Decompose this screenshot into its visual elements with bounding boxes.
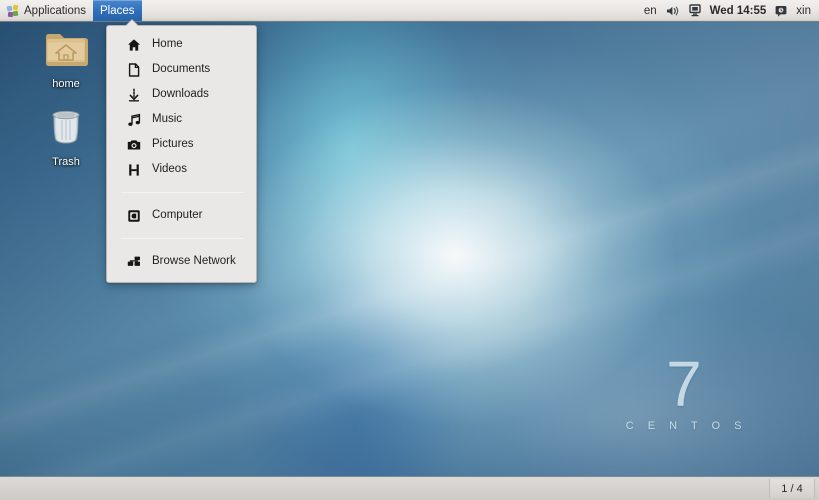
desktop-icon-label: Trash bbox=[52, 156, 80, 168]
music-note-icon bbox=[127, 113, 141, 127]
applications-menu-button[interactable]: Applications bbox=[0, 0, 93, 21]
workspace-indicator-label: 1 / 4 bbox=[781, 482, 803, 495]
menu-pointer-arrow bbox=[126, 20, 138, 26]
camera-icon bbox=[127, 138, 141, 152]
window-list[interactable] bbox=[0, 477, 769, 500]
desktop[interactable]: 7 C E N T O S home Trash Applications Pl… bbox=[0, 0, 819, 500]
film-icon bbox=[127, 163, 141, 177]
system-tray: en Wed 14:55 xin bbox=[644, 0, 819, 21]
network-icon bbox=[127, 255, 141, 269]
menu-item-label: Browse Network bbox=[152, 254, 236, 267]
menu-item-pictures[interactable]: Pictures bbox=[107, 132, 256, 157]
places-menu-label: Places bbox=[100, 4, 135, 17]
bottom-panel: 1 / 4 bbox=[0, 476, 819, 500]
top-panel: Applications Places en Wed 14:55 xin bbox=[0, 0, 819, 22]
home-icon bbox=[127, 38, 141, 52]
menu-item-computer[interactable]: Computer bbox=[107, 203, 256, 228]
workspace-switcher[interactable]: 1 / 4 bbox=[769, 479, 815, 498]
speaker-icon[interactable] bbox=[666, 5, 680, 17]
desktop-icon-label: home bbox=[52, 78, 80, 90]
places-dropdown-menu[interactable]: Home Documents Downloads Music Pictures … bbox=[106, 20, 257, 283]
menu-item-label: Computer bbox=[152, 208, 203, 221]
menu-separator bbox=[121, 238, 244, 239]
menu-item-music[interactable]: Music bbox=[107, 107, 256, 132]
keyboard-layout-indicator[interactable]: en bbox=[644, 5, 657, 17]
applications-grid-icon bbox=[6, 4, 19, 17]
menu-item-home[interactable]: Home bbox=[107, 32, 256, 57]
applications-menu-label: Applications bbox=[24, 4, 87, 17]
document-icon bbox=[127, 62, 141, 77]
menu-item-documents[interactable]: Documents bbox=[107, 57, 256, 82]
places-menu-button[interactable]: Places bbox=[93, 0, 142, 21]
menu-item-browse-network[interactable]: Browse Network bbox=[107, 249, 256, 274]
computer-icon bbox=[127, 209, 141, 223]
menu-item-label: Documents bbox=[152, 62, 211, 75]
download-icon bbox=[127, 87, 141, 102]
home-folder-icon bbox=[43, 30, 89, 75]
menu-item-label: Videos bbox=[152, 162, 187, 175]
menu-item-label: Music bbox=[152, 112, 183, 125]
trash-can-icon bbox=[44, 106, 88, 153]
desktop-icon-home[interactable]: home bbox=[29, 30, 103, 91]
desktop-icon-trash[interactable]: Trash bbox=[29, 106, 103, 169]
clock[interactable]: Wed 14:55 bbox=[710, 5, 767, 17]
menu-item-downloads[interactable]: Downloads bbox=[107, 82, 256, 107]
menu-item-label: Pictures bbox=[152, 137, 194, 150]
menu-item-label: Downloads bbox=[152, 87, 209, 100]
menu-item-label: Home bbox=[152, 37, 183, 50]
user-name-label[interactable]: xin bbox=[796, 5, 811, 17]
menu-item-videos[interactable]: Videos bbox=[107, 157, 256, 182]
display-icon[interactable] bbox=[688, 4, 701, 17]
user-status-icon[interactable] bbox=[775, 5, 787, 17]
menu-separator bbox=[121, 192, 244, 193]
panel-menu-group: Applications Places bbox=[0, 0, 142, 21]
